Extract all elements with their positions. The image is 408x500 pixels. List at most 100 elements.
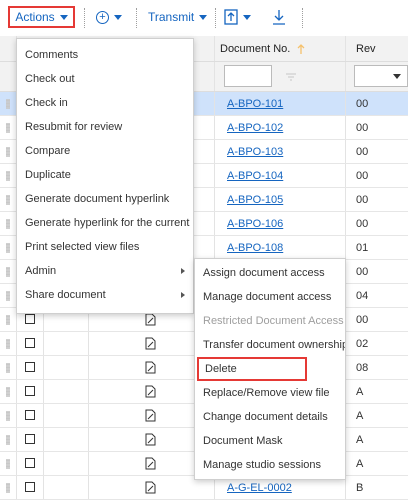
document-edit-icon[interactable] bbox=[145, 433, 156, 446]
drag-handle-icon[interactable] bbox=[6, 483, 10, 493]
row-checkbox[interactable] bbox=[25, 434, 35, 444]
admin-submenu: Assign document access Manage document ac… bbox=[194, 258, 346, 480]
document-edit-icon[interactable] bbox=[145, 313, 156, 326]
drag-handle-icon[interactable] bbox=[6, 267, 10, 277]
drag-handle-icon[interactable] bbox=[6, 99, 10, 109]
document-link[interactable]: A-BPO-106 bbox=[227, 218, 283, 230]
rev-value: 00 bbox=[356, 266, 369, 278]
menu-item-assign-document-access[interactable]: Assign document access bbox=[195, 261, 345, 285]
add-button[interactable]: + bbox=[96, 6, 122, 28]
download-button[interactable] bbox=[272, 6, 286, 28]
menu-item-manage-document-access[interactable]: Manage document access bbox=[195, 285, 345, 309]
transmit-label: Transmit bbox=[148, 10, 195, 24]
drag-handle-icon[interactable] bbox=[6, 243, 10, 253]
document-edit-icon[interactable] bbox=[145, 337, 156, 350]
column-header-document-no[interactable]: Document No. bbox=[220, 36, 335, 62]
menu-item-generate-document-hyperlink[interactable]: Generate document hyperlink bbox=[17, 187, 193, 211]
rev-value: 00 bbox=[356, 122, 369, 134]
menu-item-change-document-details[interactable]: Change document details bbox=[195, 405, 345, 429]
chevron-down-icon bbox=[393, 74, 401, 79]
menu-item-resubmit-for-review[interactable]: Resubmit for review bbox=[17, 115, 193, 139]
download-icon bbox=[273, 10, 285, 25]
drag-handle-icon[interactable] bbox=[6, 363, 10, 373]
filter-icon[interactable] bbox=[285, 72, 297, 82]
row-checkbox[interactable] bbox=[25, 362, 35, 372]
actions-button[interactable]: Actions bbox=[8, 6, 75, 28]
toolbar-divider bbox=[84, 8, 85, 28]
document-edit-icon[interactable] bbox=[145, 409, 156, 422]
drag-handle-icon[interactable] bbox=[6, 195, 10, 205]
rev-value: 00 bbox=[356, 146, 369, 158]
document-edit-icon[interactable] bbox=[145, 481, 156, 494]
sort-arrow-icon bbox=[297, 44, 305, 54]
drag-handle-icon[interactable] bbox=[6, 435, 10, 445]
menu-item-transfer-document-ownership[interactable]: Transfer document ownership bbox=[195, 333, 345, 357]
document-edit-icon[interactable] bbox=[145, 457, 156, 470]
actions-menu: Comments Check out Check in Resubmit for re… bbox=[16, 38, 194, 314]
document-link[interactable]: A-BPO-103 bbox=[227, 146, 283, 158]
rev-value: 00 bbox=[356, 218, 369, 230]
rev-value: B bbox=[356, 482, 364, 494]
rev-value: 00 bbox=[356, 194, 369, 206]
document-link[interactable]: A-G-EL-0002 bbox=[227, 482, 292, 494]
rev-value: A bbox=[356, 434, 364, 446]
drag-handle-icon[interactable] bbox=[6, 123, 10, 133]
rev-value: 00 bbox=[356, 98, 369, 110]
drag-handle-icon[interactable] bbox=[6, 387, 10, 397]
document-edit-icon[interactable] bbox=[145, 385, 156, 398]
menu-item-share-document[interactable]: Share document bbox=[17, 283, 193, 307]
rev-value: 00 bbox=[356, 314, 369, 326]
toolbar-divider bbox=[136, 8, 137, 28]
actions-label: Actions bbox=[15, 10, 55, 24]
document-link[interactable]: A-BPO-108 bbox=[227, 242, 283, 254]
drag-handle-icon[interactable] bbox=[6, 147, 10, 157]
row-checkbox[interactable] bbox=[25, 338, 35, 348]
menu-item-check-out[interactable]: Check out bbox=[17, 67, 193, 91]
rev-value: 02 bbox=[356, 338, 369, 350]
row-checkbox[interactable] bbox=[25, 314, 35, 324]
document-no-filter-input[interactable] bbox=[224, 65, 272, 87]
document-link[interactable]: A-BPO-105 bbox=[227, 194, 283, 206]
upload-button[interactable] bbox=[224, 6, 251, 28]
chevron-down-icon bbox=[243, 14, 251, 20]
column-header-rev[interactable]: Rev bbox=[356, 36, 406, 62]
drag-handle-icon[interactable] bbox=[6, 339, 10, 349]
menu-item-duplicate[interactable]: Duplicate bbox=[17, 163, 193, 187]
toolbar-divider bbox=[302, 8, 303, 28]
menu-item-replace-remove-view-file[interactable]: Replace/Remove view file bbox=[195, 381, 345, 405]
rev-value: A bbox=[356, 386, 364, 398]
menu-item-comments[interactable]: Comments bbox=[17, 43, 193, 67]
chevron-down-icon bbox=[199, 14, 208, 20]
document-link[interactable]: A-BPO-101 bbox=[227, 98, 283, 110]
row-checkbox[interactable] bbox=[25, 458, 35, 468]
menu-item-compare[interactable]: Compare bbox=[17, 139, 193, 163]
row-checkbox[interactable] bbox=[25, 410, 35, 420]
transmit-button[interactable]: Transmit bbox=[148, 6, 208, 28]
rev-value: 04 bbox=[356, 290, 369, 302]
menu-item-generate-hyperlink-for-the-current-r[interactable]: Generate hyperlink for the current r... bbox=[17, 211, 193, 235]
menu-item-restricted-document-access: Restricted Document Access bbox=[203, 315, 344, 327]
document-edit-icon[interactable] bbox=[145, 361, 156, 374]
menu-item-document-mask[interactable]: Document Mask bbox=[195, 429, 345, 453]
rev-filter-select[interactable] bbox=[354, 65, 408, 87]
upload-icon bbox=[224, 9, 238, 25]
drag-handle-icon[interactable] bbox=[6, 315, 10, 325]
chevron-down-icon bbox=[114, 14, 122, 20]
menu-item-delete[interactable]: Delete bbox=[197, 357, 307, 381]
chevron-right-icon bbox=[181, 292, 185, 298]
rev-value: 01 bbox=[356, 242, 369, 254]
drag-handle-icon[interactable] bbox=[6, 459, 10, 469]
menu-item-manage-studio-sessions[interactable]: Manage studio sessions bbox=[195, 453, 345, 477]
menu-item-check-in[interactable]: Check in bbox=[17, 91, 193, 115]
document-link[interactable]: A-BPO-104 bbox=[227, 170, 283, 182]
document-link[interactable]: A-BPO-102 bbox=[227, 122, 283, 134]
chevron-right-icon bbox=[181, 268, 185, 274]
row-checkbox[interactable] bbox=[25, 482, 35, 492]
row-checkbox[interactable] bbox=[25, 386, 35, 396]
drag-handle-icon[interactable] bbox=[6, 411, 10, 421]
drag-handle-icon[interactable] bbox=[6, 171, 10, 181]
menu-item-admin[interactable]: Admin bbox=[17, 259, 193, 283]
drag-handle-icon[interactable] bbox=[6, 219, 10, 229]
drag-handle-icon[interactable] bbox=[6, 291, 10, 301]
menu-item-print-selected-view-files[interactable]: Print selected view files bbox=[17, 235, 193, 259]
